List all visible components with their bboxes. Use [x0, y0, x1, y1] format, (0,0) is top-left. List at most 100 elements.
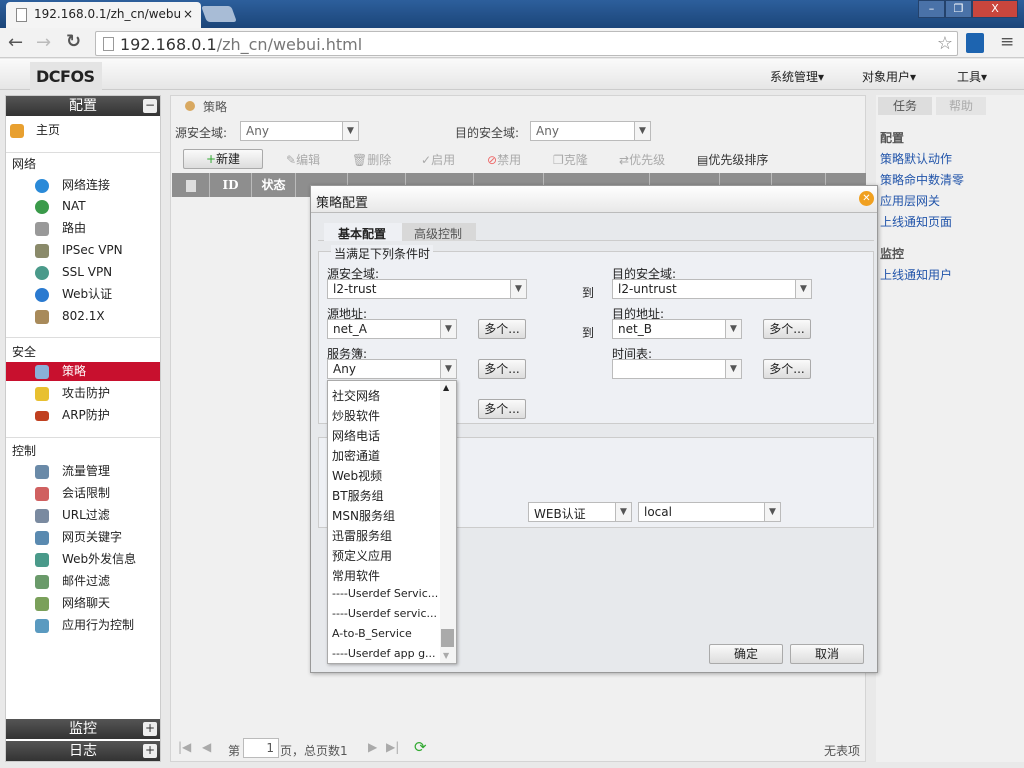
sidebar-item-policy[interactable]: 策略 — [6, 362, 160, 381]
dst-address-select[interactable]: net_B ▼ — [612, 319, 742, 339]
option[interactable]: 预定义应用 — [332, 547, 392, 564]
minimize-button[interactable]: – — [918, 0, 945, 18]
tab-help[interactable]: 帮助 — [936, 97, 986, 115]
collapse-icon[interactable]: − — [143, 99, 157, 113]
sidebar-item-home[interactable]: 主页 — [6, 121, 160, 140]
next-page-icon[interactable]: ▶ — [368, 740, 377, 754]
auth-server-select[interactable]: local ▼ — [638, 502, 781, 522]
option[interactable]: ----Userdef app g... — [332, 647, 436, 660]
option[interactable]: 迅雷服务组 — [332, 527, 392, 544]
menu-objects-users[interactable]: 对象用户▾ — [862, 68, 916, 85]
link-clear-hits[interactable]: 策略命中数清零 — [880, 171, 964, 188]
prev-page-icon[interactable]: ◀ — [202, 740, 211, 754]
option[interactable]: 常用软件 — [332, 567, 380, 584]
dst-zone-select[interactable]: Any ▼ — [530, 121, 651, 141]
more-button[interactable]: 多个... — [478, 399, 526, 419]
expand-icon[interactable]: + — [143, 722, 157, 736]
refresh-icon[interactable]: ⟳ — [414, 738, 427, 756]
sidebar-header-monitor[interactable]: 监控 + — [6, 719, 160, 739]
sidebar-item[interactable]: 路由 — [6, 219, 160, 238]
enable-button[interactable]: ✓启用 — [421, 151, 455, 168]
src-address-select[interactable]: net_A ▼ — [327, 319, 457, 339]
expand-icon[interactable]: + — [143, 744, 157, 758]
sidebar-item[interactable]: SSL VPN — [6, 263, 160, 282]
priority-button[interactable]: ⇄优先级 — [619, 151, 665, 168]
page-input[interactable]: 1 — [243, 738, 279, 758]
option[interactable]: 炒股软件 — [332, 407, 380, 424]
close-window-button[interactable]: X — [972, 0, 1018, 18]
close-tab-icon[interactable]: × — [183, 7, 193, 21]
sidebar-item[interactable]: 802.1X — [6, 307, 160, 326]
link-alg[interactable]: 应用层网关 — [880, 192, 940, 209]
sidebar-item[interactable]: 网络聊天 — [6, 594, 160, 613]
sidebar-item[interactable]: URL过滤 — [6, 506, 160, 525]
dst-address-more-button[interactable]: 多个... — [763, 319, 811, 339]
sidebar-item[interactable]: IPSec VPN — [6, 241, 160, 260]
option[interactable]: BT服务组 — [332, 487, 384, 504]
priority-sort-button[interactable]: ▤优先级排序 — [697, 151, 768, 168]
clone-button[interactable]: ❐克隆 — [553, 151, 588, 168]
option[interactable]: 加密通道 — [332, 447, 380, 464]
src-zone-select[interactable]: l2-trust ▼ — [327, 279, 527, 299]
sidebar-item[interactable]: NAT — [6, 197, 160, 216]
menu-system[interactable]: 系统管理▾ — [770, 68, 824, 85]
new-tab-button[interactable] — [201, 6, 237, 22]
sidebar-item[interactable]: 邮件过滤 — [6, 572, 160, 591]
browser-tab[interactable]: 192.168.0.1/zh_cn/webu × — [6, 2, 201, 28]
sidebar-item[interactable]: 网络连接 — [6, 176, 160, 195]
sidebar-header-config[interactable]: 配置 − — [6, 96, 160, 116]
menu-icon[interactable]: ≡ — [1000, 32, 1014, 52]
dropdown-scrollbar[interactable]: ▲ ▼ — [440, 381, 456, 663]
tab-tasks[interactable]: 任务 — [878, 97, 932, 115]
link-notify-users[interactable]: 上线通知用户 — [880, 266, 952, 283]
ok-button[interactable]: 确定 — [709, 644, 783, 664]
close-icon[interactable]: ✕ — [859, 191, 874, 206]
schedule-more-button[interactable]: 多个... — [763, 359, 811, 379]
edit-button[interactable]: ✎编辑 — [286, 151, 320, 168]
sidebar-item[interactable]: 流量管理 — [6, 462, 160, 481]
reload-icon[interactable]: ↻ — [66, 31, 81, 52]
tab-advanced[interactable]: 高级控制 — [402, 223, 476, 241]
delete-button[interactable]: 🗑删除 — [352, 151, 391, 168]
sidebar-item[interactable]: 攻击防护 — [6, 384, 160, 403]
sidebar-item[interactable]: Web外发信息 — [6, 550, 160, 569]
extension-icon[interactable] — [966, 33, 984, 53]
url-input[interactable]: 192.168.0.1/zh_cn/webui.html ☆ — [95, 31, 958, 56]
schedule-select[interactable]: ▼ — [612, 359, 742, 379]
tab-basic[interactable]: 基本配置 — [324, 223, 402, 241]
column-status[interactable]: 状态 — [252, 173, 296, 197]
link-notify-page[interactable]: 上线通知页面 — [880, 213, 952, 230]
bookmark-star-icon[interactable]: ☆ — [937, 33, 953, 54]
sidebar-item[interactable]: 网页关键字 — [6, 528, 160, 547]
service-dropdown-list[interactable]: 社交网络 炒股软件 网络电话 加密通道 Web视频 BT服务组 MSN服务组 迅… — [327, 380, 457, 664]
option[interactable]: ----Userdef servic... — [332, 607, 437, 620]
sidebar-item[interactable]: ARP防护 — [6, 406, 160, 425]
new-button[interactable]: +新建 — [183, 149, 263, 169]
cancel-button[interactable]: 取消 — [790, 644, 864, 664]
service-more-button[interactable]: 多个... — [478, 359, 526, 379]
option[interactable]: MSN服务组 — [332, 507, 395, 524]
maximize-button[interactable]: ❐ — [945, 0, 972, 18]
option[interactable]: 社交网络 — [332, 387, 380, 404]
src-zone-select[interactable]: Any ▼ — [240, 121, 359, 141]
select-all-checkbox[interactable] — [172, 173, 210, 197]
menu-tools[interactable]: 工具▾ — [957, 68, 987, 85]
option[interactable]: ----Userdef Servic... — [332, 587, 438, 600]
link-default-action[interactable]: 策略默认动作 — [880, 150, 952, 167]
service-select[interactable]: Any ▼ — [327, 359, 457, 379]
src-address-more-button[interactable]: 多个... — [478, 319, 526, 339]
first-page-icon[interactable]: |◀ — [178, 740, 191, 754]
disable-button[interactable]: ⊘禁用 — [487, 151, 521, 168]
column-id[interactable]: ID — [210, 173, 252, 197]
scroll-thumb[interactable] — [441, 629, 454, 647]
scroll-down-icon[interactable]: ▼ — [443, 651, 449, 660]
option[interactable]: Web视频 — [332, 467, 382, 484]
last-page-icon[interactable]: ▶| — [386, 740, 399, 754]
dst-zone-select[interactable]: l2-untrust ▼ — [612, 279, 812, 299]
option[interactable]: A-to-B_Service — [332, 627, 412, 640]
forward-icon[interactable]: → — [36, 32, 51, 53]
sidebar-item[interactable]: 应用行为控制 — [6, 616, 160, 635]
sidebar-item[interactable]: 会话限制 — [6, 484, 160, 503]
sidebar-header-log[interactable]: 日志 + — [6, 741, 160, 761]
auth-select[interactable]: WEB认证 ▼ — [528, 502, 632, 522]
